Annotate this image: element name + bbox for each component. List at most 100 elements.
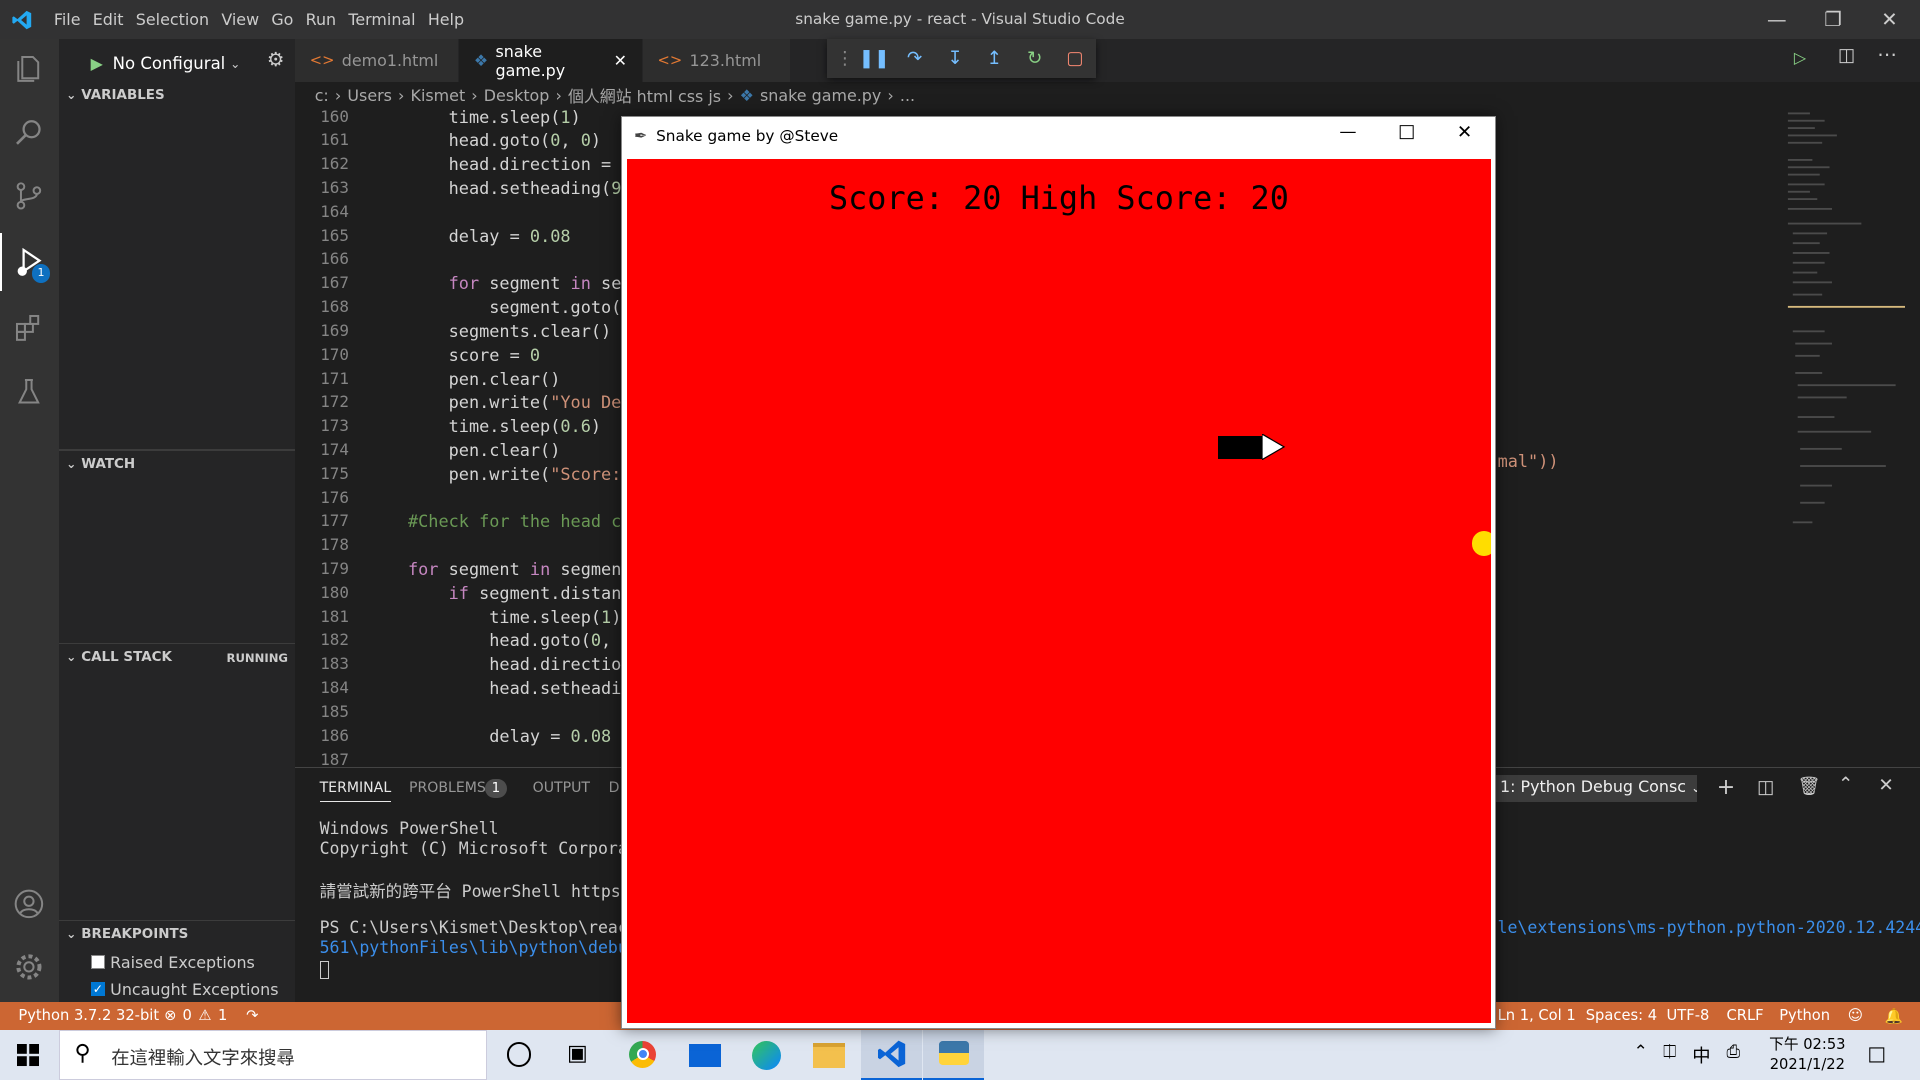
action-center-icon[interactable]: □ [1867,1042,1886,1065]
close-button[interactable]: ✕ [1861,0,1917,39]
errors-count[interactable]: 0 [182,1007,191,1024]
breadcrumb-item[interactable]: c: [315,86,329,105]
checkbox-checked[interactable]: ✓ [90,981,106,997]
notifications-bell-icon[interactable]: 🔔 [1885,1007,1903,1025]
new-terminal-icon[interactable]: + [1717,775,1735,800]
snake-game-window[interactable]: ✒ Snake game by @Steve — □ ✕ Score: 20 H… [620,116,1497,1029]
call-stack-header[interactable]: ⌄ CALL STACK [66,650,172,665]
eol[interactable]: CRLF [1727,1007,1764,1024]
indentation[interactable]: Spaces: 4 [1586,1007,1657,1024]
close-panel-icon[interactable]: ✕ [1878,775,1893,796]
encoding[interactable]: UTF-8 [1667,1007,1710,1024]
stop-icon[interactable]: ▢ [1062,45,1089,72]
clock-time[interactable]: 下午 02:53 [1763,1033,1851,1054]
split-editor-icon[interactable]: ◫ [1838,45,1855,66]
task-view-icon[interactable]: ▣ [567,1041,588,1066]
python-interpreter[interactable]: Python 3.7.2 32-bit [18,1007,159,1024]
extensions-icon[interactable] [0,299,59,358]
ime-indicator[interactable]: 中 [1692,1042,1710,1068]
account-icon[interactable] [0,874,59,933]
line-number: 179 [320,559,349,579]
drag-handle-icon[interactable]: ⋮ [831,45,858,72]
close-tab-icon[interactable]: ✕ [614,51,627,70]
language-mode[interactable]: Python [1779,1007,1830,1024]
breakpoint-uncaught-exceptions[interactable]: ✓ Uncaught Exceptions [90,980,279,999]
game-canvas[interactable]: Score: 20 High Score: 20 [626,158,1492,1024]
minimize-button[interactable]: — [1749,0,1805,39]
source-control-icon[interactable] [0,167,59,226]
breadcrumb-item[interactable]: Kismet [411,86,466,105]
restore-button[interactable]: ❐ [1805,0,1861,39]
maximize-panel-icon[interactable]: ⌃ [1838,774,1853,795]
tab-output[interactable]: OUTPUT [533,780,590,796]
tab-problems[interactable]: PROBLEMS [409,780,486,796]
tab-snake-game-py[interactable]: ❖ snake game.py ✕ [459,39,642,83]
explorer-icon[interactable] [0,39,59,98]
edge-icon[interactable] [751,1040,782,1071]
debug-config-select[interactable]: ▶ No Configural ⌄ [91,50,250,77]
taskbar-search-box[interactable]: ⚲ 在這裡輸入文字來搜尋 [58,1029,488,1080]
line-number: 171 [320,368,349,388]
more-actions-icon[interactable]: ⋯ [1877,43,1897,66]
testing-icon[interactable] [0,362,59,421]
chevron-up-icon[interactable]: ⌃ [1633,1042,1647,1062]
breakpoints-header[interactable]: ⌄ BREAKPOINTS [66,927,188,942]
trash-icon[interactable]: 🗑 [1798,776,1821,797]
live-share-icon[interactable]: ↷ [246,1007,258,1024]
taskbar-vscode[interactable] [860,1029,923,1080]
errors-icon[interactable]: ⊗ [164,1007,176,1024]
minimap[interactable] [1783,110,1906,526]
line-number: 161 [320,130,349,150]
step-out-icon[interactable]: ↥ [981,45,1008,72]
watch-header[interactable]: ⌄ WATCH [66,457,135,472]
warnings-count[interactable]: 1 [218,1007,227,1024]
title-bar: File Edit Selection View Go Run Terminal… [0,0,1920,40]
tab-demo1-html[interactable]: <> demo1.html [295,39,458,83]
breadcrumb-item[interactable]: 個人網站 html css js [568,84,721,107]
file-explorer-icon[interactable] [813,1043,845,1068]
line-number: 178 [320,535,349,555]
warning-icon[interactable]: ⚠ [198,1007,211,1024]
start-debug-icon[interactable]: ▶ [91,54,103,73]
breadcrumb-item[interactable]: Desktop [484,86,550,105]
variables-header[interactable]: ⌄ VARIABLES [66,88,165,103]
step-over-icon[interactable]: ↷ [901,45,928,72]
split-terminal-icon[interactable]: ◫ [1757,777,1774,798]
python-file-icon: ❖ [739,86,754,105]
mail-icon[interactable] [689,1044,722,1067]
taskbar-python[interactable] [923,1029,985,1080]
cursor-position[interactable]: Ln 1, Col 1 [1498,1007,1576,1024]
tab-123-html[interactable]: <> 123.html [642,39,790,83]
terminal-select[interactable]: 1: Python Debug Consc ⌄ [1495,774,1698,802]
restart-icon[interactable]: ↻ [1021,45,1048,72]
tab-debug-console[interactable]: D [609,780,620,796]
network-icon[interactable]: ⎅ [1663,1042,1677,1062]
line-number: 170 [320,344,349,364]
chrome-icon[interactable] [629,1040,657,1068]
ime-mode-icon[interactable]: ⎙ [1727,1042,1741,1062]
feedback-icon[interactable]: ☺ [1848,1007,1863,1024]
terminal-cursor[interactable] [319,961,330,980]
breadcrumb-item[interactable]: ... [900,86,915,105]
game-minimize-button[interactable]: — [1339,122,1356,142]
debug-settings-gear-icon[interactable]: ⚙ [267,48,285,71]
line-number: 172 [320,392,349,412]
game-maximize-button[interactable]: □ [1398,121,1415,142]
pause-icon[interactable]: ❚❚ [859,45,890,72]
clock-date[interactable]: 2021/1/22 [1763,1056,1851,1073]
tab-terminal[interactable]: TERMINAL [319,780,392,802]
breakpoint-raised-exceptions[interactable]: Raised Exceptions [90,953,255,972]
breadcrumb-item[interactable]: Users [347,86,392,105]
windows-start-icon[interactable] [17,1044,40,1067]
step-into-icon[interactable]: ↧ [942,45,969,72]
cortana-icon[interactable] [506,1042,532,1067]
breadcrumb-item[interactable]: snake game.py [760,86,881,105]
code-line: pen.clear() [367,368,561,389]
run-file-icon[interactable]: ▷ [1794,48,1806,67]
run-debug-icon[interactable] [0,233,59,292]
terminal-line: 561\pythonFiles\lib\python\debugpy [319,937,658,957]
checkbox-unchecked[interactable] [90,954,106,970]
search-icon[interactable] [0,103,59,162]
game-close-button[interactable]: ✕ [1457,122,1472,143]
settings-gear-icon[interactable] [0,938,59,997]
